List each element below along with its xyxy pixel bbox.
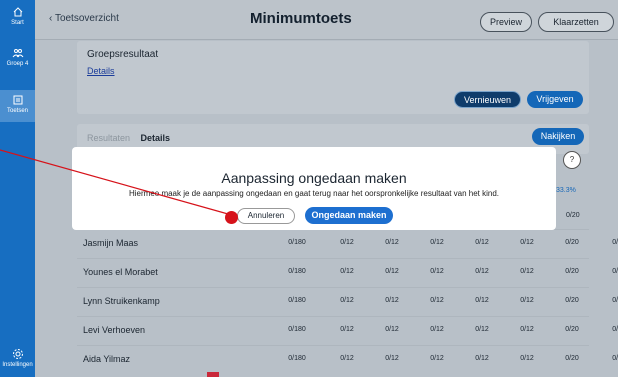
cursor-trail — [0, 149, 229, 215]
scroll-marker — [207, 372, 219, 377]
cursor-indicator — [225, 211, 238, 224]
